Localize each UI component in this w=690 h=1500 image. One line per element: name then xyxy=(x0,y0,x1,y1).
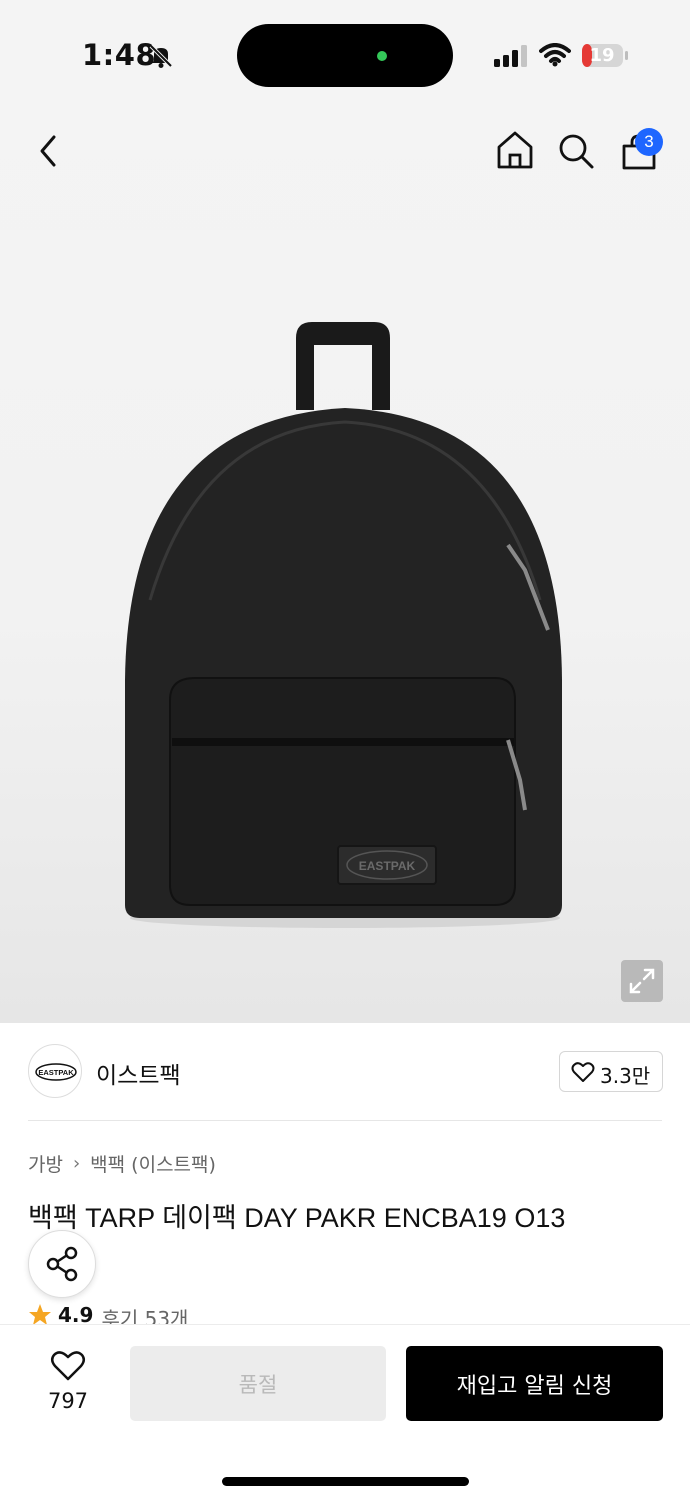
product-image-logo: EASTPAK xyxy=(359,859,416,873)
back-icon[interactable] xyxy=(34,134,64,168)
heart-icon xyxy=(571,1062,595,1082)
search-icon[interactable] xyxy=(557,132,595,170)
battery-level: 19 xyxy=(589,45,615,66)
camera-indicator-dot xyxy=(377,51,387,61)
bell-slash-icon xyxy=(149,44,173,68)
star-icon xyxy=(29,1304,51,1325)
divider xyxy=(28,1120,662,1121)
home-icon[interactable] xyxy=(496,130,534,170)
brand-logo-mark: EASTPAK xyxy=(35,1063,77,1081)
wifi-icon xyxy=(539,43,571,67)
product-title: 백팩 TARP 데이팩 DAY PAKR ENCBA19 O13 xyxy=(28,1203,566,1233)
brand-logo[interactable]: EASTPAK xyxy=(28,1044,82,1098)
status-time: 1:48 xyxy=(82,38,157,72)
share-icon xyxy=(46,1246,78,1282)
restock-alert-button[interactable]: 재입고 알림 신청 xyxy=(406,1346,663,1421)
brand-like-count: 3.3만 xyxy=(600,1064,651,1088)
soldout-button: 품절 xyxy=(130,1346,386,1421)
expand-image-button[interactable] xyxy=(621,960,663,1002)
cellular-signal-icon xyxy=(494,45,527,67)
wishlist-heart-icon[interactable] xyxy=(50,1350,86,1382)
review-count[interactable]: 후기 53개 xyxy=(101,1303,188,1325)
home-indicator[interactable] xyxy=(222,1477,469,1486)
breadcrumb: 가방 › 백팩 (이스트팩) xyxy=(28,1150,216,1177)
share-button[interactable] xyxy=(28,1230,96,1298)
dynamic-island xyxy=(237,24,453,87)
breadcrumb-category[interactable]: 가방 xyxy=(28,1150,63,1177)
cart-count-badge: 3 xyxy=(635,128,663,156)
breadcrumb-subcategory[interactable]: 백팩 (이스트팩) xyxy=(90,1150,216,1177)
expand-icon xyxy=(629,968,655,994)
wishlist-count: 797 xyxy=(47,1389,89,1413)
rating-score: 4.9 xyxy=(58,1303,94,1325)
rating-summary[interactable]: 4.9 후기 53개 xyxy=(28,1303,188,1325)
brand-like-button[interactable]: 3.3만 xyxy=(559,1051,663,1092)
chevron-right-icon: › xyxy=(72,1153,81,1174)
brand-logo-text: EASTPAK xyxy=(38,1068,74,1077)
brand-name[interactable]: 이스트팩 xyxy=(96,1056,181,1090)
